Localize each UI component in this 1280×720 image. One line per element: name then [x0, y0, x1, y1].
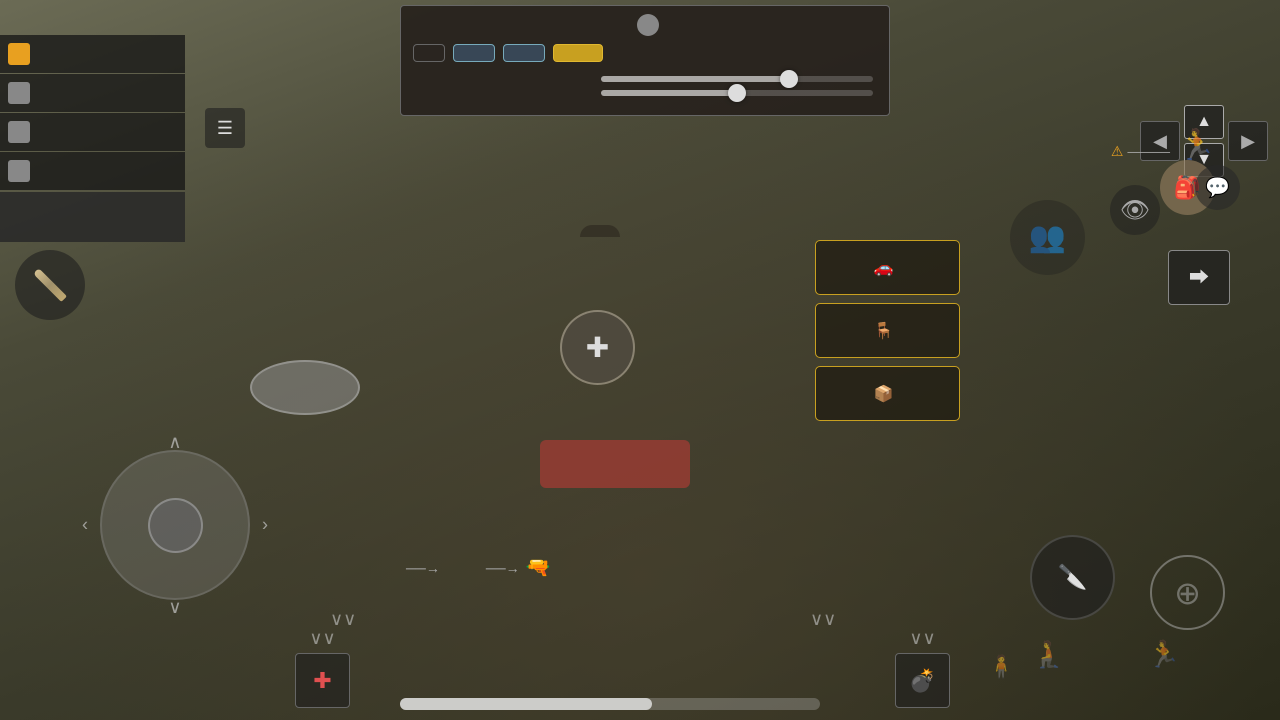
player-list — [0, 35, 185, 242]
prone-icon[interactable]: 🧍 — [988, 654, 1015, 680]
warning-text: ───── — [1127, 145, 1170, 159]
controls-panel — [400, 5, 890, 116]
grenade-area: ∨∨ 💣 — [895, 628, 950, 710]
fire-down-arrow-2: ∨∨ — [810, 609, 836, 630]
cancel-bottom-button[interactable] — [540, 440, 690, 488]
prone-silhouette: 🧎 — [1033, 639, 1065, 670]
drive-button[interactable]: 🚗 — [815, 240, 960, 295]
warning-area: ⚠ ───── — [1111, 143, 1170, 160]
controls-header — [401, 6, 889, 44]
reset-button[interactable] — [503, 44, 545, 62]
joystick-down-arrow: ∨ — [168, 597, 181, 618]
player-badge-1 — [8, 43, 30, 65]
open-icon: 📦 — [874, 384, 894, 404]
fire-mode-1[interactable]: ──→ — [400, 555, 440, 580]
player-item-4[interactable] — [0, 152, 185, 190]
message-icon[interactable]: 💬 — [1195, 165, 1240, 210]
exit-right-button[interactable]: ⮕ — [1168, 250, 1230, 305]
warning-icon: ⚠ — [1111, 143, 1124, 160]
transparency-slider[interactable] — [601, 90, 873, 96]
layout-button[interactable] — [413, 44, 445, 62]
get-in-icon: 🪑 — [874, 321, 894, 341]
health-fill — [400, 698, 652, 710]
run-icon: 🏃 — [1172, 120, 1222, 170]
joystick-inner — [148, 498, 203, 553]
eye-icon[interactable]: 👁 — [1110, 185, 1160, 235]
player-badge-3 — [8, 121, 30, 143]
open-button[interactable]: 📦 — [815, 366, 960, 421]
exit-button[interactable] — [453, 44, 495, 62]
bullet-shape — [33, 268, 67, 302]
medkit-down-arrow: ∨∨ — [309, 628, 335, 649]
run-silhouette: 🏃 — [1148, 639, 1180, 670]
knife-button[interactable]: 🔪 — [1030, 535, 1115, 620]
scroll-up-button[interactable] — [580, 225, 620, 237]
save-button[interactable] — [553, 44, 603, 62]
run-icon-area: 🏃 — [1172, 120, 1222, 170]
people-icon: 👥 — [1010, 200, 1085, 275]
get-in-button[interactable]: 🪑 — [815, 303, 960, 358]
stance-icons: 🧍 — [988, 654, 1015, 680]
vehicle-buttons: 🚗 🪑 📦 — [815, 240, 960, 421]
drive-icon: 🚗 — [874, 258, 894, 278]
crosshair-button[interactable]: ⊕ — [1150, 555, 1225, 630]
follow-button[interactable] — [0, 192, 185, 242]
button-size-row — [401, 72, 889, 86]
health-bar — [400, 698, 820, 710]
button-size-slider[interactable] — [601, 76, 873, 82]
transparency-fill — [601, 90, 737, 96]
joystick-up-arrow: ∧ — [168, 432, 181, 453]
joystick-right-arrow: › — [262, 515, 268, 536]
fire-modes: ──→ ──→ 🔫 — [400, 555, 551, 580]
bullet-icon — [15, 250, 85, 320]
fire-mode-2[interactable]: ──→ 🔫 — [480, 555, 551, 580]
grenade-down-arrow: ∨∨ — [909, 628, 935, 649]
medkit-area: ∨∨ ✚ — [295, 628, 350, 710]
cancel-button[interactable] — [250, 360, 360, 415]
revive-circle: ✚ — [560, 310, 635, 385]
fire-mode-2-arrows: ──→ — [486, 560, 520, 576]
grenade-button[interactable]: 💣 — [895, 653, 950, 708]
exit-arrow-icon: ⮕ — [1189, 261, 1209, 290]
dpad-right-button[interactable]: ▶ — [1228, 121, 1268, 161]
player-badge-2 — [8, 82, 30, 104]
joystick[interactable]: ∧ ∨ ‹ › — [100, 450, 250, 600]
transparency-row — [401, 86, 889, 100]
list-icon[interactable]: ☰ — [205, 108, 245, 148]
player-item-1[interactable] — [0, 35, 185, 73]
fire-down-arrow-1: ∨∨ — [330, 609, 356, 630]
pistol-icon: 🔫 — [526, 555, 551, 580]
transparency-thumb[interactable] — [728, 84, 746, 102]
fire-mode-1-arrows: ──→ — [406, 560, 440, 576]
player-badge-4 — [8, 160, 30, 182]
player-item-3[interactable] — [0, 113, 185, 151]
medkit-button[interactable]: ✚ — [295, 653, 350, 708]
button-size-thumb[interactable] — [780, 70, 798, 88]
controls-buttons — [401, 44, 889, 72]
revive-button[interactable]: ✚ — [560, 310, 635, 389]
controls-badge — [637, 14, 659, 36]
player-item-2[interactable] — [0, 74, 185, 112]
button-size-fill — [601, 76, 789, 82]
joystick-left-arrow: ‹ — [82, 515, 88, 536]
